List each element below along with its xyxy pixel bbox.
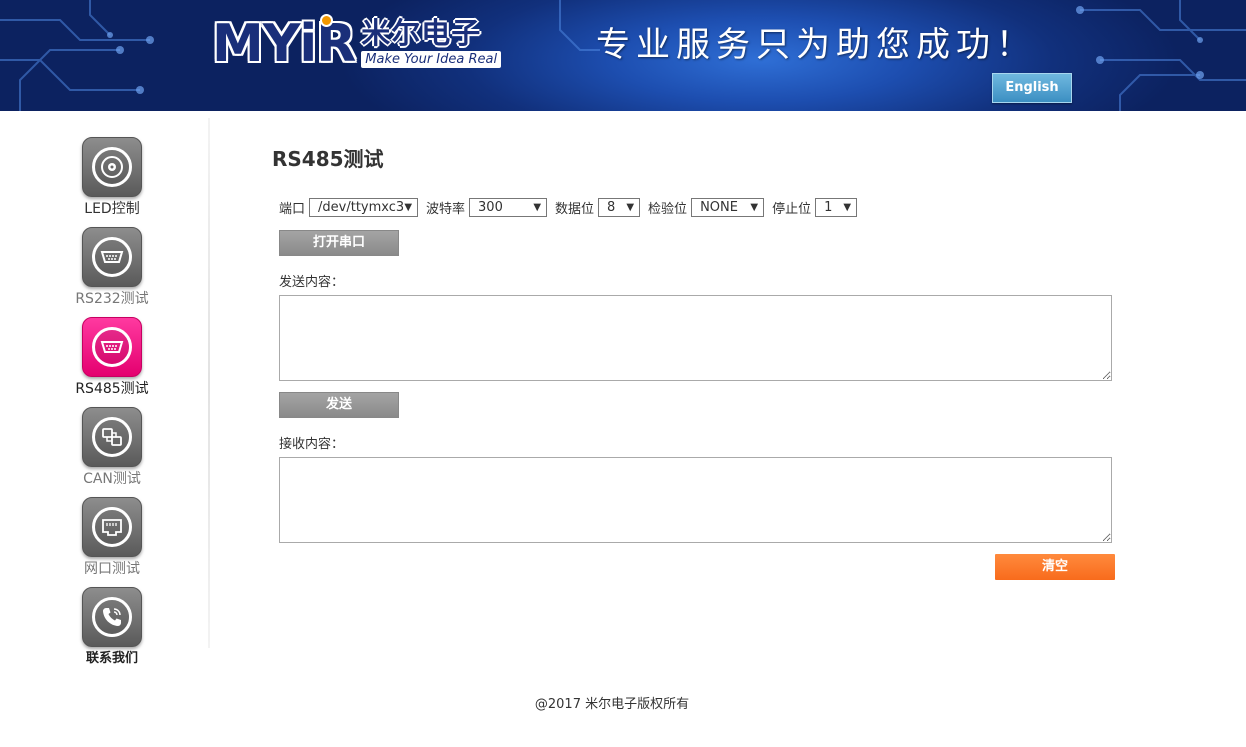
- stop-bits-select[interactable]: 1 ▼: [815, 197, 858, 217]
- sidebar-item-ethernet[interactable]: 网口测试: [60, 497, 164, 587]
- sidebar-item-label: RS232测试: [75, 291, 149, 307]
- logo-dot-icon: [320, 14, 333, 27]
- port-select[interactable]: /dev/ttymxc3 ▼: [309, 197, 419, 217]
- sidebar-item-label: LED控制: [84, 201, 140, 217]
- phone-icon: [103, 608, 121, 626]
- can-tile: [82, 407, 142, 467]
- data-bits-select-value: 8: [607, 199, 616, 215]
- footer-copyright: @2017 米尔电子版权所有: [534, 697, 690, 712]
- clear-button[interactable]: 清空: [995, 554, 1115, 580]
- sidebar-item-rs485[interactable]: RS485测试: [60, 317, 164, 407]
- receive-content-label: 接收内容：: [279, 437, 345, 452]
- open-port-button[interactable]: 打开串口: [279, 230, 399, 256]
- sidebar-item-contact[interactable]: 联系我们: [60, 587, 164, 677]
- baud-rate-select-value: 300: [478, 199, 503, 215]
- sidebar-item-label: 联系我们: [85, 651, 138, 666]
- serial-settings-row: 端口 /dev/ttymxc3 ▼ 波特率 300 ▼ 数据位 8 ▼ 检验位 …: [279, 197, 865, 217]
- header-slogan: 专业服务只为助您成功！: [596, 25, 1036, 65]
- ethernet-icon: [102, 519, 122, 536]
- can-bus-icon: [102, 428, 122, 446]
- contact-tile: [82, 587, 142, 647]
- rs485-tile: [82, 317, 142, 377]
- company-logo: MYiR 米尔电子 Make Your Idea Real: [212, 14, 502, 74]
- logo-wordmark: MYiR: [212, 14, 356, 74]
- page-title: RS485测试: [272, 147, 384, 171]
- sidebar-item-can[interactable]: CAN测试: [60, 407, 164, 497]
- port-select-value: /dev/ttymxc3: [318, 199, 405, 215]
- stop-bits-select-value: 1: [824, 199, 833, 215]
- send-content-label: 发送内容：: [279, 275, 345, 290]
- led-icon: [101, 156, 123, 178]
- sidebar-item-label: RS485测试: [75, 381, 149, 397]
- dropdown-arrow-icon: ▼: [750, 201, 759, 213]
- data-bits-select[interactable]: 8 ▼: [598, 197, 641, 217]
- header-banner: MYiR 米尔电子 Make Your Idea Real 专业服务只为助您成功…: [0, 0, 1246, 111]
- baud-rate-select[interactable]: 300 ▼: [469, 197, 548, 217]
- send-content-textarea[interactable]: [279, 295, 1112, 381]
- rs232-tile: [82, 227, 142, 287]
- sidebar-item-label: CAN测试: [83, 471, 141, 487]
- stop-bits-label: 停止位: [772, 201, 812, 217]
- dropdown-arrow-icon: ▼: [404, 201, 413, 213]
- ethernet-tile: [82, 497, 142, 557]
- port-label: 端口: [279, 201, 306, 217]
- serial-port-icon: [100, 341, 124, 353]
- sidebar-item-rs232[interactable]: RS232测试: [60, 227, 164, 317]
- led-tile: [82, 137, 142, 197]
- sidebar-item-label: 网口测试: [84, 561, 140, 577]
- baud-rate-label: 波特率: [426, 201, 466, 217]
- parity-label: 检验位: [648, 201, 688, 217]
- dropdown-arrow-icon: ▼: [533, 201, 542, 213]
- logo-chinese-name: 米尔电子: [361, 16, 482, 50]
- send-button[interactable]: 发送: [279, 392, 399, 418]
- serial-port-icon: [100, 251, 124, 263]
- sidebar-item-led[interactable]: LED控制: [60, 137, 164, 227]
- parity-select[interactable]: NONE ▼: [691, 197, 765, 217]
- logo-tagline: Make Your Idea Real: [361, 51, 502, 68]
- sidebar-divider: [208, 118, 210, 648]
- receive-content-textarea[interactable]: [279, 457, 1112, 543]
- data-bits-label: 数据位: [555, 201, 595, 217]
- dropdown-arrow-icon: ▼: [626, 201, 635, 213]
- dropdown-arrow-icon: ▼: [843, 201, 852, 213]
- english-language-button[interactable]: English: [992, 73, 1072, 103]
- parity-select-value: NONE: [700, 199, 738, 215]
